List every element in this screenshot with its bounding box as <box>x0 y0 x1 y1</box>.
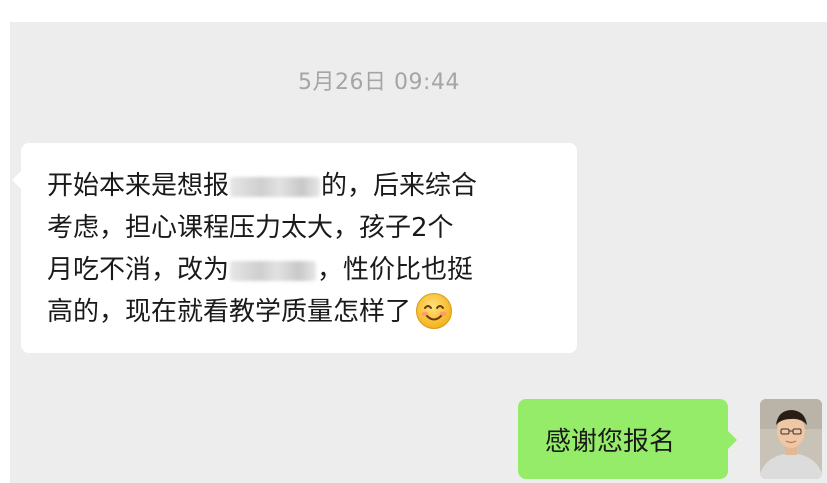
message-text: 高的，现在就看教学质量怎样了 <box>47 297 412 327</box>
outgoing-message-bubble[interactable]: 感谢您报名 <box>518 399 737 479</box>
smiling-face-icon <box>415 292 453 330</box>
message-line: 考虑，担心课程压力太大，孩子2个 <box>47 213 454 243</box>
incoming-message-bubble[interactable]: 开始本来是想报 的，后来综合 考虑，担心课程压力太大，孩子2个 月吃不消，改为 ，性… <box>12 143 577 353</box>
redacted-text-blur <box>230 260 317 281</box>
message-line: 开始本来是想报 的，后来综合 <box>47 165 553 207</box>
message-text: 月吃不消，改为 <box>47 255 230 285</box>
chat-area[interactable]: 5月26日 09:44 开始本来是想报 的，后来综合 考虑，担心课程压力太大，孩子… <box>10 22 827 483</box>
message-text: 的，后来综合 <box>321 171 478 201</box>
message-timestamp: 5月26日 09:44 <box>298 70 460 95</box>
message-text: 开始本来是想报 <box>47 171 230 201</box>
message-text: 感谢您报名 <box>545 426 676 457</box>
message-line: 月吃不消，改为 ，性价比也挺 <box>47 249 553 291</box>
user-avatar[interactable] <box>760 399 822 479</box>
message-line: 高的，现在就看教学质量怎样了 <box>47 291 553 333</box>
message-text: ，性价比也挺 <box>317 255 474 285</box>
redacted-text-blur <box>230 176 321 197</box>
